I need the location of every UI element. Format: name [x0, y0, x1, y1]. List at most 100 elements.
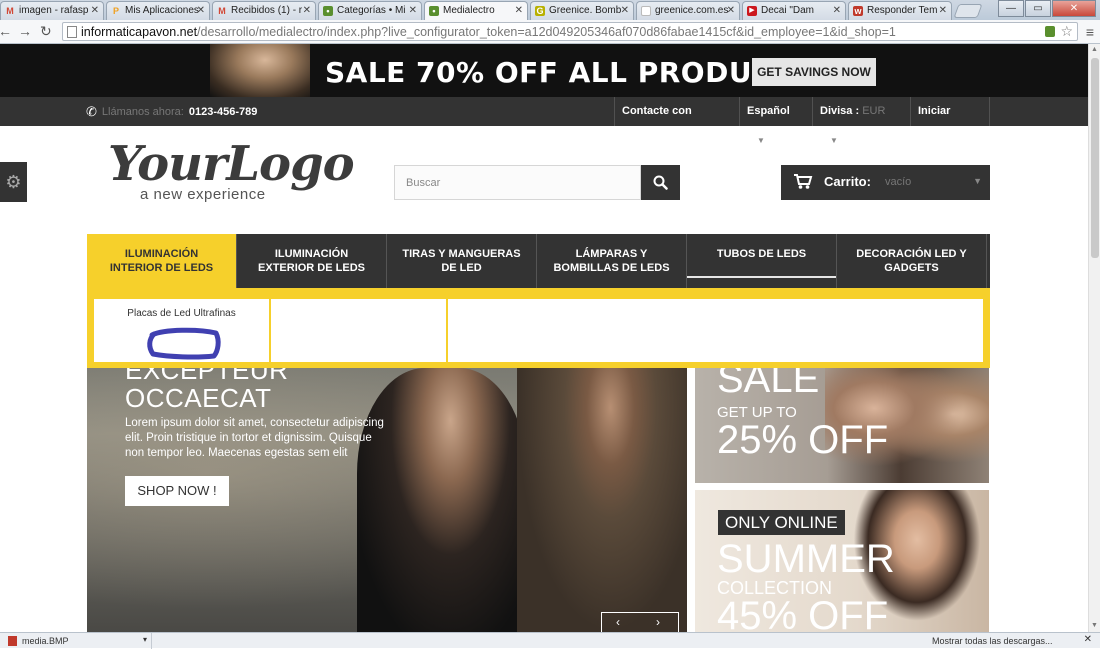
address-bar[interactable]: informaticapavon.net/desarrollo/medialec…: [62, 22, 1078, 41]
youtube-icon: ▶: [747, 6, 757, 16]
menu-item-strips[interactable]: TIRAS Y MANGUERAS DE LED: [387, 234, 537, 288]
login-link[interactable]: Iniciar sesión: [910, 97, 990, 146]
tab-title: Mis Aplicaciones: [125, 5, 199, 16]
tab-close-icon[interactable]: ✕: [515, 5, 523, 16]
web-page: SALE 70% OFF ALL PRODUCTS GET SAVINGS NO…: [0, 44, 1088, 632]
page-scrollbar[interactable]: ▲ ▼: [1088, 44, 1100, 632]
app-icon: P: [112, 6, 119, 16]
tab-title: Responder Tem: [867, 5, 938, 16]
browser-menu-icon[interactable]: ≡: [1086, 24, 1094, 40]
tab-title: Decai "Dam: [761, 5, 815, 16]
tab-close-icon[interactable]: ✕: [409, 5, 417, 16]
tab-title: imagen - rafasp: [19, 5, 89, 16]
main-menu: ILUMINACIÓN INTERIOR DE LEDS ILUMINACIÓN…: [87, 234, 990, 288]
get-savings-button[interactable]: GET SAVINGS NOW: [752, 58, 876, 86]
minimize-button[interactable]: —: [998, 0, 1024, 17]
tab-close-icon[interactable]: ✕: [91, 5, 99, 16]
scrollbar-thumb[interactable]: [1091, 58, 1099, 258]
tab-title: Recibidos (1) - r: [231, 5, 303, 16]
promo-sale-banner[interactable]: SALE GET UP TO 25% OFF: [695, 368, 989, 483]
dropdown-column: [271, 299, 448, 362]
browser-tab[interactable]: G Greenice. Bomb ✕: [530, 1, 634, 20]
menu-item-label: BOMBILLAS DE LEDS: [553, 262, 670, 274]
menu-item-label: DE LED: [441, 262, 482, 274]
blue-scribble-annotation: [147, 327, 221, 360]
shop-now-button[interactable]: SHOP NOW !: [125, 476, 229, 506]
browser-tab[interactable]: greenice.com.es ✕: [636, 1, 740, 20]
close-window-button[interactable]: ✕: [1052, 0, 1096, 17]
menu-item-decoration[interactable]: DECORACIÓN LED Y GADGETS: [837, 234, 987, 288]
slider-controls: ‹ ›: [601, 612, 679, 632]
chevron-down-icon: ▼: [830, 136, 838, 145]
menu-item-exterior[interactable]: ILUMINACIÓN EXTERIOR DE LEDS: [237, 234, 387, 288]
chevron-left-icon[interactable]: ‹: [616, 615, 620, 629]
page-icon: [641, 6, 651, 16]
tab-close-icon[interactable]: ✕: [621, 5, 629, 16]
promo-discount: 25% OFF: [717, 418, 889, 462]
slide-title-line: OCCAECAT: [125, 383, 272, 413]
greenice-icon: G: [535, 6, 545, 16]
menu-item-label: ILUMINACIÓN: [124, 248, 199, 260]
scroll-up-icon[interactable]: ▲: [1089, 44, 1100, 56]
tab-title: Greenice. Bomb: [549, 5, 622, 16]
banner-model-image: [210, 44, 310, 97]
browser-tab[interactable]: M Recibidos (1) - r ✕: [212, 1, 316, 20]
main-slider[interactable]: EXCEPTEUR OCCAECAT Lorem ipsum dolor sit…: [87, 368, 687, 632]
close-downloads-icon[interactable]: ✕: [1084, 634, 1092, 645]
cart-button[interactable]: Carrito: vacío ▼: [781, 165, 990, 200]
tab-close-icon[interactable]: ✕: [727, 5, 735, 16]
browser-toolbar: ← → ↻ informaticapavon.net/desarrollo/me…: [0, 20, 1100, 44]
contact-label: Contacte con nosotros: [622, 105, 692, 146]
promo-tag: ONLY ONLINE: [718, 510, 845, 535]
menu-item-label: LÁMPARAS Y: [575, 248, 648, 260]
promo-headline: SALE: [717, 368, 820, 401]
menu-item-tubes[interactable]: TUBOS DE LEDS: [687, 234, 837, 288]
phone-icon: ✆: [86, 104, 97, 119]
gmail-icon: M: [218, 6, 226, 16]
search-icon: [653, 175, 668, 190]
tab-close-icon[interactable]: ✕: [939, 5, 947, 16]
contact-link[interactable]: Contacte con nosotros: [614, 97, 739, 146]
extension-icon[interactable]: [1045, 26, 1055, 37]
currency-selector[interactable]: Divisa : EUR ▼: [812, 97, 910, 145]
forward-arrow-icon[interactable]: →: [18, 23, 32, 39]
menu-item-interior[interactable]: ILUMINACIÓN INTERIOR DE LEDS: [87, 234, 237, 288]
language-selector[interactable]: Español ▼: [739, 97, 812, 145]
download-item[interactable]: media.BMP ▾: [4, 633, 152, 649]
new-tab-button[interactable]: [953, 4, 983, 18]
submenu-link[interactable]: Placas de Led Ultrafinas: [94, 308, 269, 319]
bookmark-star-icon[interactable]: ☆: [1060, 23, 1073, 40]
tab-close-icon[interactable]: ✕: [833, 5, 841, 16]
browser-tab[interactable]: ▶ Decai "Dam ✕: [742, 1, 846, 20]
back-arrow-icon[interactable]: ←: [0, 23, 12, 39]
theme-configurator-gear-icon[interactable]: ⚙: [0, 162, 27, 202]
chevron-right-icon[interactable]: ›: [656, 615, 660, 629]
tab-close-icon[interactable]: ✕: [303, 5, 311, 16]
phone-label: Llámanos ahora:: [101, 106, 184, 118]
menu-item-lamps[interactable]: LÁMPARAS Y BOMBILLAS DE LEDS: [537, 234, 687, 288]
download-filename: media.BMP: [22, 636, 69, 646]
promo-summer-banner[interactable]: ONLY ONLINE SUMMER COLLECTION 45% OFF: [695, 490, 989, 632]
scroll-down-icon[interactable]: ▼: [1089, 620, 1100, 632]
maximize-button[interactable]: ▭: [1025, 0, 1051, 17]
tab-close-icon[interactable]: ✕: [197, 5, 205, 16]
reload-icon[interactable]: ↻: [40, 23, 52, 40]
browser-tab[interactable]: w Responder Tem ✕: [848, 1, 952, 20]
currency-label: Divisa :: [820, 105, 860, 117]
site-logo[interactable]: YourLogo a new experience: [108, 140, 355, 203]
show-all-downloads-link[interactable]: Mostrar todas las descargas...: [932, 636, 1053, 646]
search-input[interactable]: Buscar: [394, 165, 641, 200]
url-path: /desarrollo/medialectro/index.php?live_c…: [197, 25, 896, 39]
tab-title: Medialectro: [443, 5, 495, 16]
browser-tab[interactable]: M imagen - rafasp ✕: [0, 1, 104, 20]
cart-label: Carrito:: [824, 174, 871, 189]
page-icon: [67, 26, 77, 38]
search-button[interactable]: [641, 165, 680, 200]
browser-tab[interactable]: P Mis Aplicaciones ✕: [106, 1, 210, 20]
browser-tab[interactable]: • Categorías • Mi ✕: [318, 1, 422, 20]
promo-banner[interactable]: SALE 70% OFF ALL PRODUCTS GET SAVINGS NO…: [0, 44, 1088, 97]
phone-info: ✆ Llámanos ahora: 0123-456-789: [86, 104, 257, 120]
chevron-down-icon[interactable]: ▾: [143, 635, 147, 644]
browser-tab-active[interactable]: • Medialectro ✕: [424, 1, 528, 20]
menu-item-label: DECORACIÓN LED Y: [856, 248, 967, 260]
